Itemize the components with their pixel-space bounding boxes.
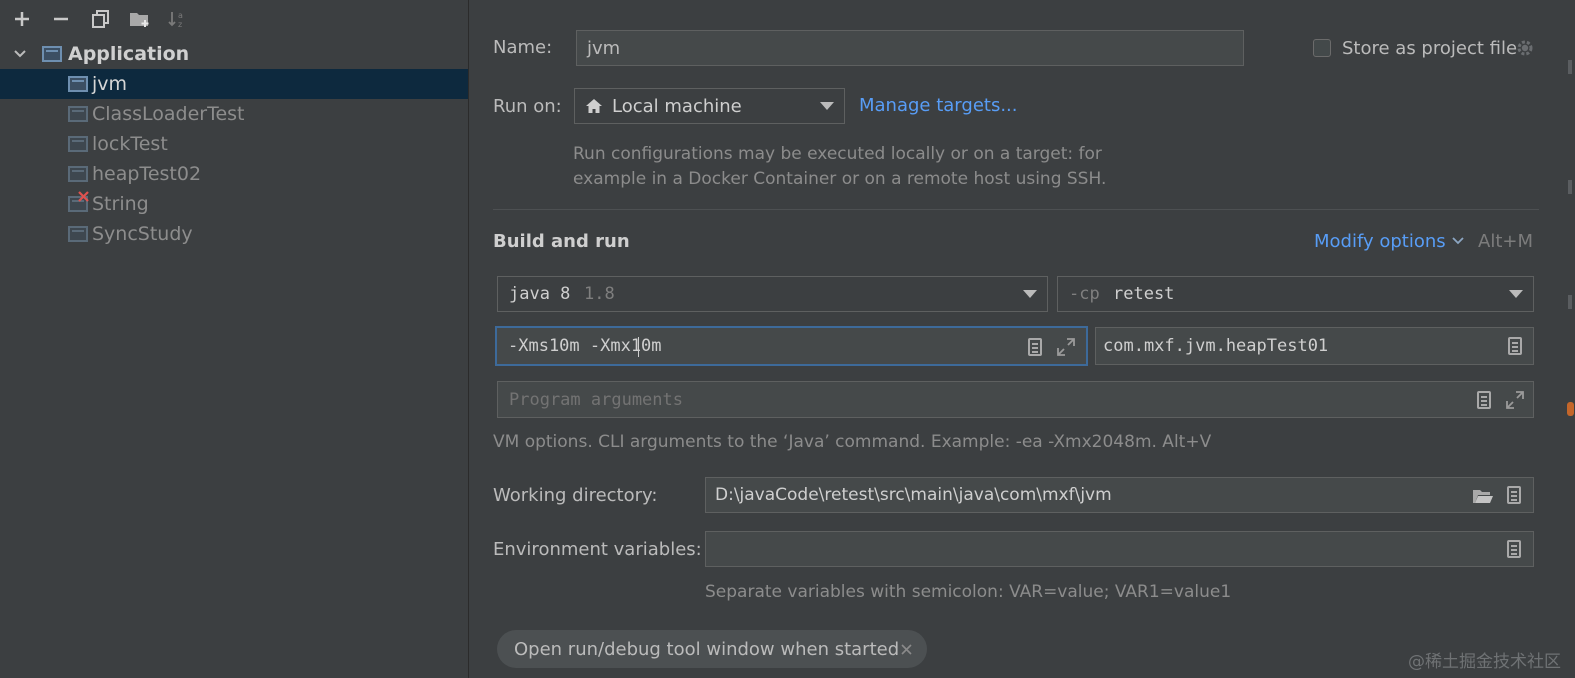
watermark: @稀土掘金技术社区 (1408, 652, 1561, 672)
new-folder-icon[interactable] (127, 6, 153, 32)
cp-prefix: -cp (1069, 284, 1100, 304)
modify-options-link[interactable]: Modify options (1314, 231, 1446, 252)
build-and-run-heading: Build and run (493, 231, 630, 252)
expand-editor-icon[interactable] (1505, 390, 1525, 410)
application-icon (68, 76, 88, 92)
chevron-down-icon[interactable] (12, 46, 28, 62)
tree-item-classloadertest[interactable]: ClassLoaderTest (0, 99, 468, 129)
tree-item-label: jvm (92, 73, 128, 95)
tree-item-label: String (92, 193, 149, 215)
modify-options-shortcut: Alt+M (1478, 231, 1533, 252)
remove-icon[interactable] (48, 6, 74, 32)
working-directory-input[interactable]: D:\javaCode\retest\src\main\java\com\mxf… (705, 477, 1534, 513)
expand-text-icon[interactable] (1507, 486, 1521, 504)
application-icon (68, 136, 88, 152)
home-icon (586, 99, 602, 113)
tree-item-label: SyncStudy (92, 223, 193, 245)
open-tool-window-label: Open run/debug tool window when started (514, 638, 900, 660)
store-as-project-file-label: Store as project file (1342, 38, 1518, 59)
working-directory-label: Working directory: (493, 485, 658, 506)
error-icon (78, 191, 89, 202)
folder-open-icon[interactable] (1472, 487, 1494, 505)
chevron-down-icon[interactable] (1451, 235, 1465, 247)
expand-text-icon[interactable] (1028, 338, 1042, 356)
run-on-hint-line-1: Run configurations may be executed local… (573, 144, 1102, 164)
main-class-input[interactable]: com.mxf.jvm.heapTest01 (1095, 327, 1534, 365)
jre-version: 1.8 (584, 284, 615, 304)
cp-module: retest (1113, 284, 1175, 304)
expand-editor-icon[interactable] (1056, 337, 1076, 357)
browse-class-icon[interactable] (1508, 337, 1522, 355)
application-icon (68, 226, 88, 242)
chevron-down-icon (1023, 290, 1037, 298)
run-on-select[interactable]: Local machine (574, 88, 845, 124)
vm-options-hint: VM options. CLI arguments to the ‘Java’ … (493, 432, 1212, 452)
tree-item-locktest[interactable]: lockTest (0, 129, 468, 159)
environment-variables-input[interactable] (705, 531, 1534, 567)
name-input[interactable]: jvm (576, 30, 1244, 66)
run-on-label: Run on: (493, 96, 562, 117)
add-icon[interactable] (9, 6, 35, 32)
jre-name: java 8 (509, 284, 571, 304)
configurations-toolbar: az (0, 0, 468, 38)
expand-text-icon[interactable] (1477, 391, 1491, 409)
edit-environment-icon[interactable] (1507, 540, 1521, 558)
name-label: Name: (493, 37, 553, 58)
application-icon (68, 106, 88, 122)
gear-icon[interactable] (1515, 38, 1535, 58)
tree-item-label: ClassLoaderTest (92, 103, 245, 125)
name-value: jvm (587, 37, 621, 59)
tree-item-jvm[interactable]: jvm (0, 69, 468, 99)
tree-root-application[interactable]: Application (0, 39, 468, 69)
open-tool-window-option-chip[interactable]: Open run/debug tool window when started (497, 630, 927, 668)
close-icon[interactable] (901, 644, 912, 655)
application-icon (68, 166, 88, 182)
run-on-hint-line-2: example in a Docker Container or on a re… (573, 169, 1107, 189)
tree-item-heaptest02[interactable]: heapTest02 (0, 159, 468, 189)
main-class-value: com.mxf.jvm.heapTest01 (1103, 336, 1329, 356)
configurations-panel: az Application jvm ClassLoaderTest lockT… (0, 0, 469, 678)
chevron-down-icon (1509, 290, 1523, 298)
tree-item-syncstudy[interactable]: SyncStudy (0, 219, 468, 249)
chevron-down-icon (820, 102, 834, 110)
svg-text:a: a (178, 11, 183, 20)
divider (493, 209, 1539, 210)
vm-options-input[interactable]: -Xms10m -Xmx10m (495, 326, 1088, 366)
scrollbar[interactable] (1565, 0, 1575, 678)
text-caret (638, 337, 639, 357)
tree-item-label: heapTest02 (92, 163, 202, 185)
environment-variables-hint: Separate variables with semicolon: VAR=v… (705, 582, 1232, 602)
classpath-module-select[interactable]: -cp retest (1057, 276, 1534, 312)
sort-icon[interactable]: az (165, 6, 191, 32)
jre-select[interactable]: java 8 1.8 (497, 276, 1048, 312)
manage-targets-link[interactable]: Manage targets... (859, 95, 1018, 116)
svg-text:z: z (178, 20, 182, 29)
tree-item-label: lockTest (92, 133, 168, 155)
copy-icon[interactable] (88, 6, 114, 32)
working-directory-value: D:\javaCode\retest\src\main\java\com\mxf… (715, 485, 1112, 505)
tree-root-label: Application (68, 43, 190, 65)
environment-variables-label: Environment variables: (493, 539, 702, 560)
application-icon (42, 46, 62, 62)
configuration-editor: Name: jvm Store as project file Run on: … (469, 0, 1575, 678)
run-on-value: Local machine (612, 95, 742, 117)
tree-item-string[interactable]: String (0, 189, 468, 219)
store-as-project-file-checkbox[interactable] (1313, 39, 1331, 57)
program-arguments-placeholder: Program arguments (509, 389, 683, 410)
program-arguments-input[interactable]: Program arguments (497, 381, 1534, 418)
